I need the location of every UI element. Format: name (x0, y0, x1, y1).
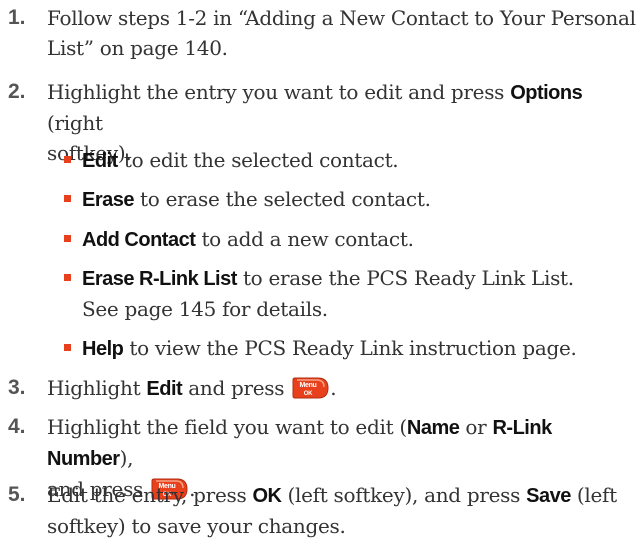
options-key-label: Options (510, 82, 583, 104)
step-text: Follow steps 1-2 in “Adding a New Contac… (47, 6, 636, 60)
step-text: Edit the entry, press OK (left softkey),… (47, 483, 617, 538)
option-item-help: Help to view the PCS Ready Link instruct… (64, 333, 634, 364)
svg-text:Menu: Menu (300, 382, 317, 389)
step-number: 1. (8, 6, 26, 29)
bullet-icon (64, 156, 71, 163)
bullet-icon (64, 274, 71, 281)
bullet-icon (64, 344, 71, 351)
option-item-erase: Erase to erase the selected contact. (64, 184, 634, 215)
step-text: Highlight Edit and press Menu OK. (47, 375, 337, 401)
option-item-edit: Edit to edit the selected contact. (64, 145, 634, 176)
option-item-add-contact: Add Contact to add a new contact. (64, 224, 634, 255)
option-item-erase-r-link-list: Erase R-Link List to erase the PCS Ready… (64, 263, 634, 324)
instructions-page: 1. Follow steps 1-2 in “Adding a New Con… (0, 0, 644, 539)
step-number: 5. (8, 483, 26, 506)
step-number: 4. (8, 415, 26, 438)
menu-ok-key-icon: Menu OK (292, 375, 330, 401)
step-number: 2. (8, 80, 26, 103)
bullet-icon (64, 235, 71, 242)
bullet-icon (64, 195, 71, 202)
step-number: 3. (8, 376, 26, 399)
svg-text:OK: OK (304, 391, 313, 397)
